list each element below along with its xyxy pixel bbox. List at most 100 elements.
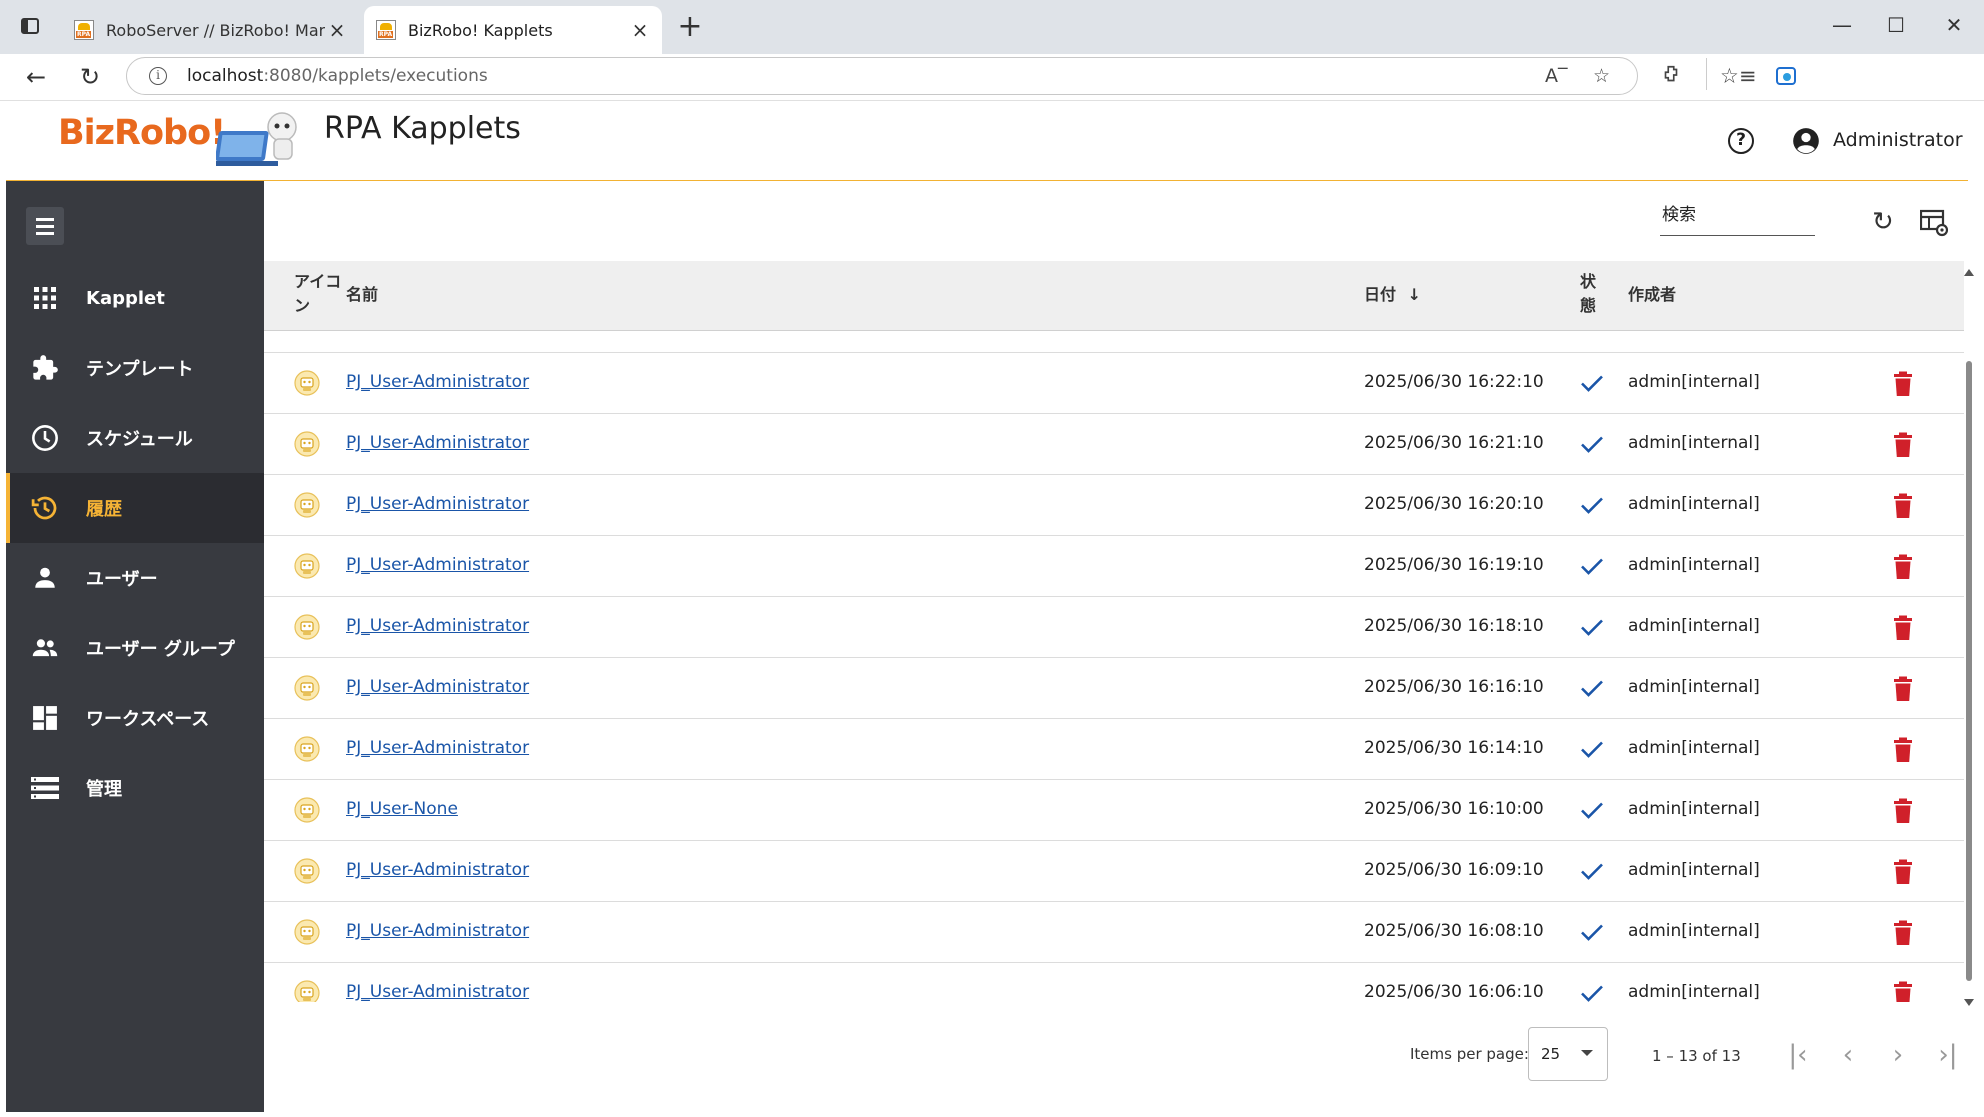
kapplet-name-link[interactable]: PJ_User-Administrator	[346, 860, 529, 880]
kapplet-robot-icon	[294, 370, 320, 396]
delete-trash-icon[interactable]	[1892, 798, 1914, 824]
first-page-icon[interactable]: |‹	[1780, 1039, 1816, 1073]
kapplet-robot-icon	[294, 675, 320, 701]
close-window-icon[interactable]: ✕	[1934, 10, 1974, 40]
search-input[interactable]	[1660, 205, 1817, 229]
table-row[interactable]: PJ_User-Administrator 2025/06/30 16:20:10…	[264, 475, 1964, 536]
edge-copilot-icon[interactable]	[1774, 64, 1798, 93]
tab-actions-icon[interactable]	[18, 15, 44, 39]
delete-trash-icon[interactable]	[1892, 554, 1914, 580]
menu-toggle-button[interactable]	[26, 207, 64, 245]
table-row[interactable]: PJ_User-None 2025/06/30 16:10:00 admin[int…	[264, 780, 1964, 841]
back-arrow-icon[interactable]: ←	[20, 62, 52, 94]
sidebar-item-label: 管理	[86, 779, 122, 800]
table-row[interactable]: PJ_User-Administrator 2025/06/30 16:06:10…	[264, 963, 1964, 1002]
browser-tab-roboserver[interactable]: RoboServer // BizRobo! Managem ×	[62, 6, 359, 54]
robot-mascot-icon	[216, 112, 297, 166]
sidebar-item-user-groups[interactable]: ユーザー グループ	[6, 613, 264, 683]
author-name: admin[internal]	[1628, 799, 1760, 819]
table-row[interactable]: PJ_User-Administrator 2025/06/30 16:16:10…	[264, 658, 1964, 719]
delete-trash-icon[interactable]	[1892, 615, 1914, 641]
kapplet-name-link[interactable]: PJ_User-Administrator	[346, 738, 529, 758]
kapplet-name-link[interactable]: PJ_User-None	[346, 799, 458, 819]
kapplet-name-link[interactable]: PJ_User-Administrator	[346, 433, 529, 453]
delete-trash-icon[interactable]	[1892, 920, 1914, 946]
reload-icon[interactable]: ↻	[74, 62, 106, 94]
minimize-window-icon[interactable]: —	[1822, 10, 1862, 40]
table-settings-icon[interactable]	[1920, 209, 1948, 237]
sidebar-item-kapplet[interactable]: Kapplet	[6, 263, 264, 333]
kapplet-name-link[interactable]: PJ_User-Administrator	[346, 982, 529, 1002]
sidebar-item-templates[interactable]: テンプレート	[6, 333, 264, 403]
table-row[interactable]: PJ_User-Administrator 2025/06/30 16:18:10…	[264, 597, 1964, 658]
sidebar-item-workspaces[interactable]: ワークスペース	[6, 683, 264, 753]
kapplet-robot-icon	[294, 736, 320, 762]
last-page-icon[interactable]: ›|	[1930, 1039, 1966, 1073]
puzzle-icon	[30, 353, 60, 383]
kapplet-name-link[interactable]: PJ_User-Administrator	[346, 494, 529, 514]
items-per-page-select[interactable]: 25	[1528, 1027, 1608, 1081]
user-name[interactable]: Administrator	[1833, 129, 1963, 151]
favorites-list-icon[interactable]: ☆≡	[1720, 64, 1756, 88]
scroll-down-arrow-icon[interactable]	[1964, 999, 1974, 1006]
delete-trash-icon[interactable]	[1892, 432, 1914, 458]
table-row[interactable]: PJ_User-Administrator 2025/06/30 16:09:10…	[264, 841, 1964, 902]
previous-page-icon[interactable]: ‹	[1830, 1039, 1866, 1073]
table-row[interactable]: PJ_User-Administrator 2025/06/30 16:14:10…	[264, 719, 1964, 780]
kapplet-name-link[interactable]: PJ_User-Administrator	[346, 921, 529, 941]
next-page-icon[interactable]: ›	[1880, 1039, 1916, 1073]
search-field[interactable]	[1660, 205, 1817, 236]
sort-descending-icon: ↓	[1407, 285, 1421, 304]
sidebar-item-label: 履歴	[86, 499, 122, 520]
table-row[interactable]: PJ_User-Administrator 2025/06/30 16:19:10…	[264, 536, 1964, 597]
sidebar-item-admin[interactable]: 管理	[6, 753, 264, 823]
close-tab-icon[interactable]: ×	[325, 18, 349, 42]
kapplet-robot-icon	[294, 553, 320, 579]
delete-trash-icon[interactable]	[1892, 859, 1914, 885]
table-scrollbar[interactable]	[1962, 261, 1976, 1011]
favorite-star-icon[interactable]: ☆	[1593, 65, 1610, 87]
close-tab-icon[interactable]: ×	[628, 18, 652, 42]
scroll-up-arrow-icon[interactable]	[1964, 269, 1974, 276]
delete-trash-icon[interactable]	[1892, 493, 1914, 519]
sidebar-item-history[interactable]: 履歴	[6, 473, 264, 543]
column-header-status[interactable]: 状態	[1580, 270, 1598, 318]
kapplet-name-link[interactable]: PJ_User-Administrator	[346, 372, 529, 392]
address-bar[interactable]: i localhost:8080/kapplets/executions A‾ …	[126, 57, 1638, 95]
site-info-icon[interactable]: i	[149, 67, 167, 85]
refresh-icon[interactable]: ↻	[1872, 209, 1894, 235]
scroll-thumb[interactable]	[1966, 361, 1972, 981]
table-row[interactable]: PJ_User-Administrator 2025/06/30 16:22:10…	[264, 353, 1964, 414]
account-circle-icon[interactable]	[1792, 127, 1820, 155]
read-aloud-icon[interactable]: A‾	[1545, 65, 1568, 87]
author-name: admin[internal]	[1628, 372, 1760, 392]
kapplet-name-link[interactable]: PJ_User-Administrator	[346, 555, 529, 575]
table-row[interactable]: PJ_User-Administrator 2025/06/30 16:21:10…	[264, 414, 1964, 475]
column-header-date[interactable]: 日付 ↓	[1364, 283, 1421, 307]
execution-date: 2025/06/30 16:08:10	[1364, 921, 1544, 941]
url-text[interactable]: localhost:8080/kapplets/executions	[187, 66, 488, 86]
sidebar-item-users[interactable]: ユーザー	[6, 543, 264, 613]
check-icon	[1581, 802, 1603, 819]
browser-tab-kapplets[interactable]: BizRobo! Kapplets ×	[364, 6, 662, 54]
delete-trash-icon[interactable]	[1892, 371, 1914, 397]
extensions-icon[interactable]	[1660, 64, 1682, 91]
new-tab-button[interactable]: +	[676, 12, 704, 42]
check-icon	[1581, 375, 1603, 392]
help-icon[interactable]: ?	[1728, 128, 1754, 154]
delete-trash-icon[interactable]	[1892, 981, 1914, 1002]
column-header-name[interactable]: 名前	[346, 283, 378, 307]
maximize-window-icon[interactable]: ☐	[1876, 10, 1916, 40]
kapplet-robot-icon	[294, 858, 320, 884]
main-content: ↻ アイコン 名前 日付 ↓ 状態 作成者 PJ_User-Administra…	[264, 181, 1974, 1112]
column-header-author[interactable]: 作成者	[1628, 283, 1676, 307]
kapplet-name-link[interactable]: PJ_User-Administrator	[346, 616, 529, 636]
table-row[interactable]: PJ_User-Administrator 2025/06/30 16:08:10…	[264, 902, 1964, 963]
delete-trash-icon[interactable]	[1892, 737, 1914, 763]
kapplet-name-link[interactable]: PJ_User-Administrator	[346, 677, 529, 697]
delete-trash-icon[interactable]	[1892, 676, 1914, 702]
bizrobo-favicon-icon	[74, 20, 94, 40]
check-icon	[1581, 619, 1603, 636]
sidebar-item-schedule[interactable]: スケジュール	[6, 403, 264, 473]
paginator: Items per page: 25 1 – 13 of 13 |‹ ‹ › ›…	[264, 1021, 1968, 1101]
